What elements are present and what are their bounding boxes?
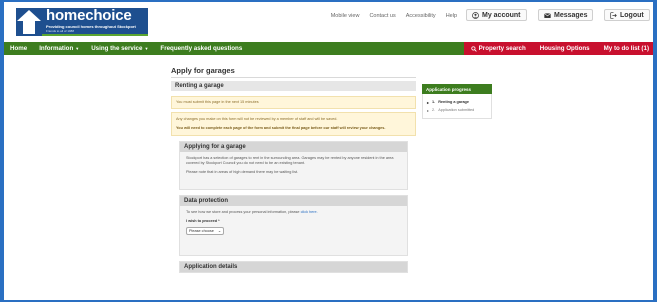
- logo-wordmark: homechoice: [46, 7, 132, 24]
- step-1-number: 1.: [432, 100, 436, 104]
- my-account-label: My account: [482, 11, 521, 19]
- data-protection-card: Data protection To see how we store and …: [179, 195, 408, 256]
- progress-step-2: ▸ 2. Application submitted: [427, 108, 487, 113]
- title-divider: [171, 77, 416, 78]
- messages-button[interactable]: Messages: [538, 9, 594, 21]
- page-frame: homechoice Providing council homes throu…: [4, 2, 653, 300]
- form-guidance-box: Any changes you make on this form will n…: [171, 112, 416, 136]
- proceed-field-label: I wish to proceed *: [186, 219, 220, 223]
- link-help[interactable]: Help: [446, 13, 457, 19]
- progress-step-1: ▸ 1. Renting a garage: [427, 100, 487, 105]
- logo-subline: Friends to all of 1988: [46, 29, 75, 33]
- proceed-select[interactable]: Please choose ⌄: [186, 227, 224, 235]
- nav-faq-label: Frequently asked questions: [160, 45, 243, 52]
- housing-options-button[interactable]: Housing Options: [532, 42, 597, 55]
- link-accessibility[interactable]: Accessibility: [406, 13, 436, 19]
- click-here-link[interactable]: click here.: [301, 210, 318, 214]
- data-protection-body: To see how we store and process your per…: [180, 206, 407, 255]
- applying-paragraph-1: Stockport has a selection of garages to …: [186, 156, 394, 165]
- logout-button[interactable]: Logout: [604, 9, 650, 21]
- applying-card: Applying for a garage Stockport has a se…: [179, 141, 408, 190]
- todo-list-button[interactable]: My to do list (1): [596, 42, 653, 55]
- link-mobile-view[interactable]: Mobile view: [331, 13, 360, 19]
- chevron-down-icon: ⌄: [217, 228, 221, 233]
- application-details-title: Application details: [180, 262, 407, 272]
- utility-links: Mobile view Contact us Accessibility Hel…: [331, 13, 457, 19]
- my-account-button[interactable]: My account: [466, 9, 527, 21]
- step-2-number: 2.: [432, 108, 436, 112]
- application-form: Renting a garage You must submit this pa…: [171, 81, 416, 273]
- nav-home-label: Home: [10, 45, 28, 52]
- progress-steps: ▸ 1. Renting a garage ▸ 2. Application s…: [422, 94, 492, 119]
- search-icon: [470, 45, 477, 52]
- nav-using-service-label: Using the service: [91, 45, 143, 52]
- guidance-text: Any changes you make on this form will n…: [176, 117, 338, 121]
- messages-label: Messages: [554, 11, 588, 19]
- applying-card-title: Applying for a garage: [180, 142, 407, 152]
- nav-information[interactable]: Information ▼: [33, 45, 85, 52]
- application-progress-panel: Application progress ▸ 1. Renting a gara…: [422, 84, 492, 119]
- todo-list-label: My to do list (1): [603, 45, 649, 52]
- homechoice-logo[interactable]: homechoice Providing council homes throu…: [16, 8, 148, 36]
- envelope-icon: [544, 12, 551, 18]
- page-title: Apply for garages: [171, 66, 235, 75]
- nav-faq[interactable]: Frequently asked questions: [154, 45, 248, 52]
- application-details-card: Application details: [179, 261, 408, 273]
- site-header: homechoice Providing council homes throu…: [4, 2, 653, 42]
- logout-label: Logout: [620, 11, 644, 19]
- link-contact-us[interactable]: Contact us: [369, 13, 395, 19]
- progress-title: Application progress: [422, 84, 492, 94]
- logo-panel: homechoice Providing council homes throu…: [42, 8, 148, 36]
- chevron-down-icon: ▼: [75, 46, 80, 51]
- nav-home[interactable]: Home: [4, 45, 33, 52]
- house-icon: [16, 8, 42, 36]
- time-notice: You must submit this page in the next 15…: [171, 96, 416, 109]
- user-icon: [472, 11, 479, 19]
- data-protection-title: Data protection: [180, 196, 407, 206]
- property-search-button[interactable]: Property search: [463, 42, 533, 55]
- housing-options-label: Housing Options: [539, 45, 590, 52]
- property-search-label: Property search: [478, 45, 526, 52]
- step-2-label: Application submitted: [438, 108, 475, 112]
- main-content: Apply for garages Renting a garage You m…: [4, 55, 653, 300]
- proceed-select-value: Please choose: [189, 228, 214, 233]
- nav-information-label: Information: [39, 45, 74, 52]
- logout-icon: [610, 11, 617, 19]
- section-heading: Renting a garage: [171, 81, 416, 91]
- chevron-down-icon: ▼: [144, 46, 149, 51]
- bullet-icon: ▸: [427, 108, 430, 113]
- nav-using-service[interactable]: Using the service ▼: [85, 45, 154, 52]
- guidance-bold-text: You will need to complete each page of t…: [176, 126, 386, 130]
- data-protection-text: To see how we store and process your per…: [186, 210, 300, 214]
- step-1-label: Renting a garage: [438, 100, 469, 104]
- nav-right-group: Property search Housing Options My to do…: [463, 42, 653, 55]
- applying-card-body: Stockport has a selection of garages to …: [180, 152, 407, 189]
- bullet-icon: ▸: [427, 100, 430, 105]
- main-nav: Home Information ▼ Using the service ▼ Fre…: [4, 42, 653, 55]
